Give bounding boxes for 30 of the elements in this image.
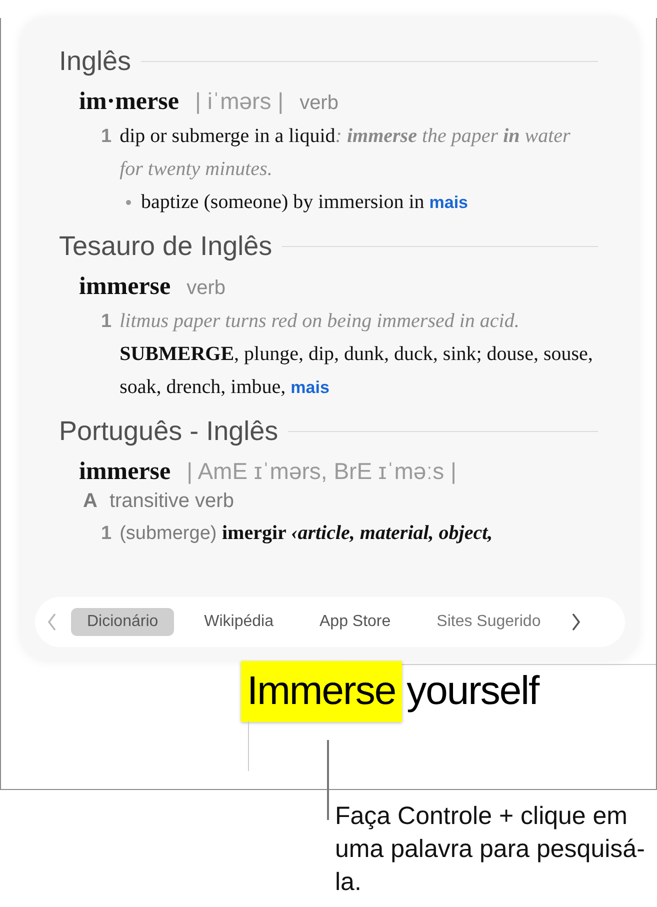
sense-number: 1 (101, 310, 112, 334)
bullet-icon (126, 200, 131, 205)
headword: immerse (79, 273, 171, 301)
sense-number: 1 (101, 125, 112, 149)
callout-caption: Faça Controle + clique em uma palavra para pesquisá-la. (335, 801, 645, 898)
document-text: yourself (406, 669, 539, 714)
grammar-label: transitive verb (109, 490, 234, 513)
section-title: Tesauro de Inglês (59, 230, 272, 262)
headword: immerse (79, 458, 171, 486)
part-of-speech: verb (300, 92, 338, 115)
source-tab[interactable]: Sites Sugerido (420, 608, 557, 636)
grammar-letter: A (83, 490, 98, 513)
part-of-speech: verb (186, 277, 226, 300)
definition-text: dip or submerge in a liquid: immerse the paper in water for twenty minutes. (120, 124, 572, 182)
section-title: Português - Inglês (59, 416, 278, 446)
sense-number: 1 (101, 522, 112, 546)
definition-text: (submerge) imergir ‹article, material, object, (120, 521, 494, 546)
section-title: Inglês (59, 46, 132, 76)
more-link[interactable]: mais (429, 193, 468, 212)
definition-text: litmus paper turns red on being immersed in acid. SUBMERGE, plunge, dip, dunk, duck, sink; douse, souse, soak, drench, imbue, mais (120, 309, 594, 400)
source-tab[interactable]: App Store (304, 608, 407, 636)
chevron-right-icon[interactable] (570, 613, 581, 631)
pronunciation: | iˈmərs | (194, 88, 284, 115)
highlighted-word: Immerse (241, 661, 402, 722)
source-tab[interactable]: Wikipédia (188, 608, 290, 636)
headword: im·merse (79, 88, 179, 116)
pronunciation: | AmE ɪˈmərs, BrE ɪˈməːs | (186, 458, 456, 485)
definition-text: baptize (someone) by immersion in mais (141, 190, 470, 215)
more-link[interactable]: mais (290, 378, 330, 397)
source-tab[interactable]: Dicionário (71, 608, 174, 636)
